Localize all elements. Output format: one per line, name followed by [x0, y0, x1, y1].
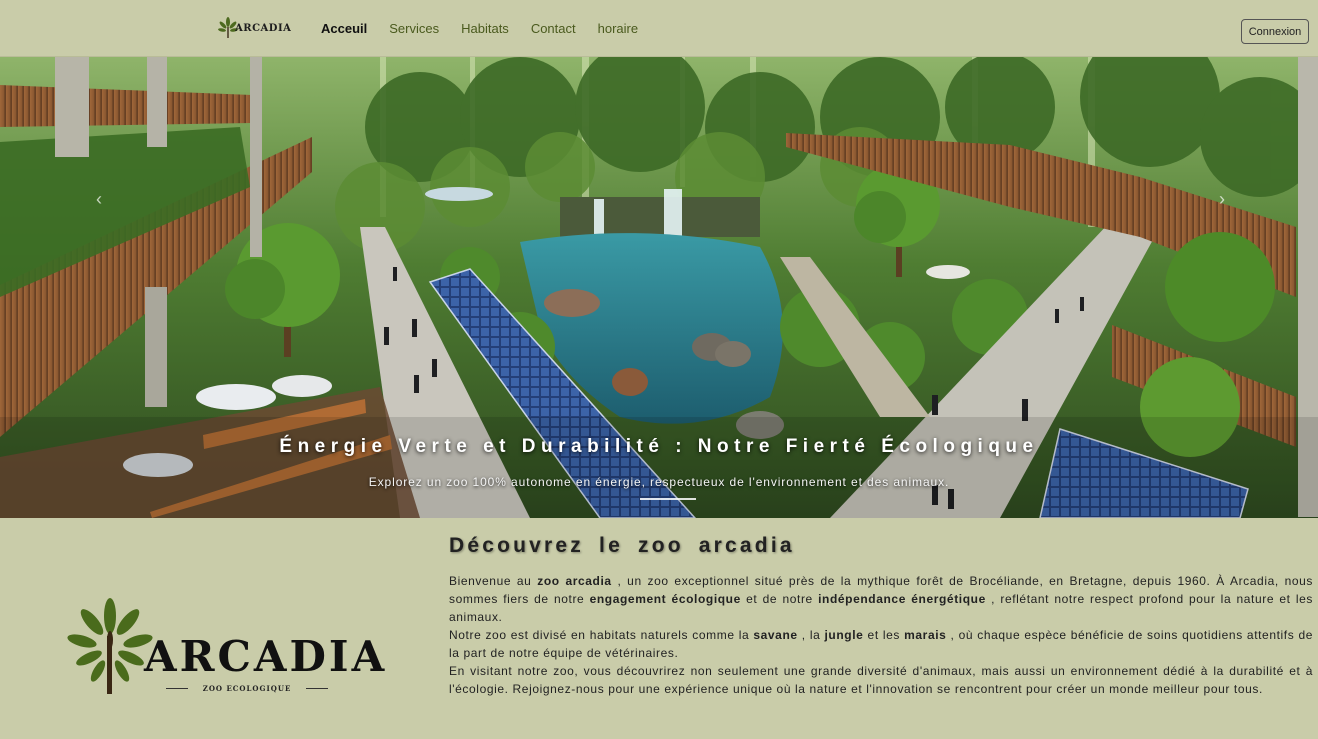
hero-subtitle: Explorez un zoo 100% autonome en énergie… — [368, 475, 950, 489]
nav-logo-text: ARCADIA — [235, 23, 292, 34]
carousel-indicator[interactable] — [640, 498, 696, 500]
nav-logo[interactable]: ARCADIA — [217, 17, 291, 41]
carousel-next-icon[interactable]: › — [1211, 187, 1233, 211]
carousel-prev-icon[interactable]: ‹ — [88, 187, 110, 211]
hero-title: Énergie Verte et Durabilité : Notre Fier… — [279, 436, 1039, 457]
about-paragraph-3: En visitant notre zoo, vous découvrirez … — [449, 664, 1313, 696]
about-text: Bienvenue au zoo arcadia , un zoo except… — [449, 572, 1313, 698]
nav-link-horaire[interactable]: horaire — [598, 21, 638, 36]
arcadia-logo: ARCADIA ZOO ECOLOGIQUE — [62, 596, 384, 700]
nav-link-acceuil[interactable]: Acceuil — [321, 21, 367, 36]
about-paragraph-1: Bienvenue au zoo arcadia , un zoo except… — [449, 574, 1314, 624]
logo-tagline: ZOO ECOLOGIQUE — [202, 684, 292, 693]
nav-link-habitats[interactable]: Habitats — [461, 21, 509, 36]
navbar: ARCADIA Acceuil Services Habitats Contac… — [0, 0, 1318, 57]
hero-carousel: ‹ › Énergie Verte et Durabilité : Notre … — [0, 57, 1318, 518]
tagline-rule-right — [306, 688, 328, 689]
main-nav: Acceuil Services Habitats Contact horair… — [321, 21, 660, 36]
about-paragraph-2: Notre zoo est divisé en habitats naturel… — [449, 628, 1314, 660]
nav-link-services[interactable]: Services — [389, 21, 439, 36]
nav-link-contact[interactable]: Contact — [531, 21, 576, 36]
login-button[interactable]: Connexion — [1241, 19, 1309, 44]
about-title: Découvrez le zoo arcadia — [449, 534, 795, 557]
logo-brand: ARCADIA — [144, 632, 388, 681]
